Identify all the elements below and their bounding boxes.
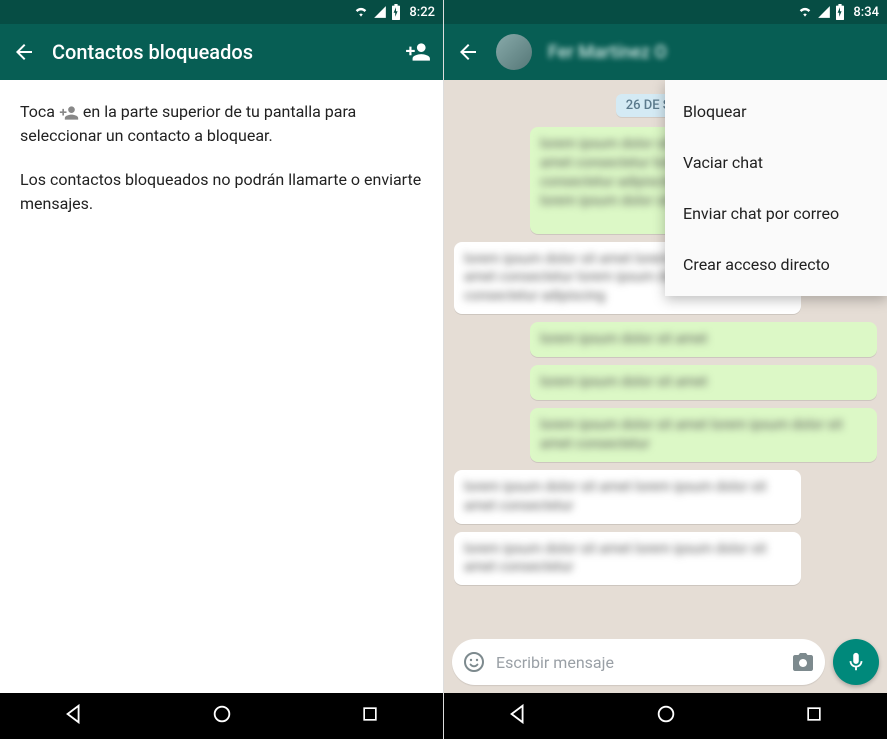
overflow-menu: BloquearVaciar chatEnviar chat por corre… <box>665 80 887 296</box>
nav-recent-button[interactable] <box>804 704 824 728</box>
wifi-icon <box>353 5 369 19</box>
nav-recent-button[interactable] <box>360 704 380 728</box>
emoji-icon[interactable] <box>462 650 486 674</box>
mic-icon <box>845 651 867 673</box>
screen-blocked-contacts: 8:22 Contactos bloqueados Toca en la par… <box>0 0 444 739</box>
message-input[interactable]: Escribir mensaje <box>452 639 825 685</box>
signal-icon <box>817 5 831 19</box>
chat-app-bar: Fer Martínez O <box>444 24 887 80</box>
input-placeholder: Escribir mensaje <box>496 653 781 672</box>
message-bubble[interactable]: lorem ipsum dolor sit amet <box>530 365 877 400</box>
nav-back-button[interactable] <box>507 703 529 729</box>
screen-chat: 8:34 Fer Martínez O 26 DE SEPTIE lorem i… <box>444 0 887 739</box>
battery-icon <box>391 4 401 20</box>
add-contact-button[interactable] <box>405 39 431 65</box>
back-button[interactable] <box>456 40 480 64</box>
instruction-text-1: Toca en la parte superior de tu pantalla… <box>20 100 423 148</box>
status-time: 8:34 <box>853 5 879 20</box>
menu-item[interactable]: Bloquear <box>665 86 887 137</box>
avatar[interactable] <box>496 34 532 70</box>
contact-name[interactable]: Fer Martínez O <box>548 42 875 63</box>
battery-icon <box>835 4 845 20</box>
status-bar: 8:34 <box>444 0 887 24</box>
mic-button[interactable] <box>833 639 879 685</box>
menu-item[interactable]: Vaciar chat <box>665 137 887 188</box>
message-bubble[interactable]: lorem ipsum dolor sit amet lorem ipsum d… <box>454 470 801 524</box>
page-title: Contactos bloqueados <box>52 40 389 64</box>
nav-home-button[interactable] <box>211 703 233 729</box>
camera-icon[interactable] <box>791 650 815 674</box>
person-add-icon <box>59 103 79 123</box>
wifi-icon <box>797 5 813 19</box>
status-bar: 8:22 <box>0 0 443 24</box>
android-nav-bar <box>444 693 887 739</box>
chat-area: 26 DE SEPTIE lorem ipsum dolor sit amet … <box>444 80 887 693</box>
nav-home-button[interactable] <box>655 703 677 729</box>
message-bubble[interactable]: lorem ipsum dolor sit amet <box>530 322 877 357</box>
instructions-content: Toca en la parte superior de tu pantalla… <box>0 80 443 693</box>
nav-back-button[interactable] <box>63 703 85 729</box>
menu-item[interactable]: Enviar chat por correo <box>665 188 887 239</box>
message-bubble[interactable]: lorem ipsum dolor sit amet lorem ipsum d… <box>454 532 801 586</box>
status-time: 8:22 <box>409 5 435 20</box>
input-row: Escribir mensaje <box>444 633 887 693</box>
instruction-text-2: Los contactos bloqueados no podrán llama… <box>20 168 423 216</box>
back-button[interactable] <box>12 40 36 64</box>
message-bubble[interactable]: lorem ipsum dolor sit amet lorem ipsum d… <box>530 408 877 462</box>
app-bar: Contactos bloqueados <box>0 24 443 80</box>
menu-item[interactable]: Crear acceso directo <box>665 239 887 290</box>
android-nav-bar <box>0 693 443 739</box>
person-add-icon <box>405 39 431 65</box>
signal-icon <box>373 5 387 19</box>
